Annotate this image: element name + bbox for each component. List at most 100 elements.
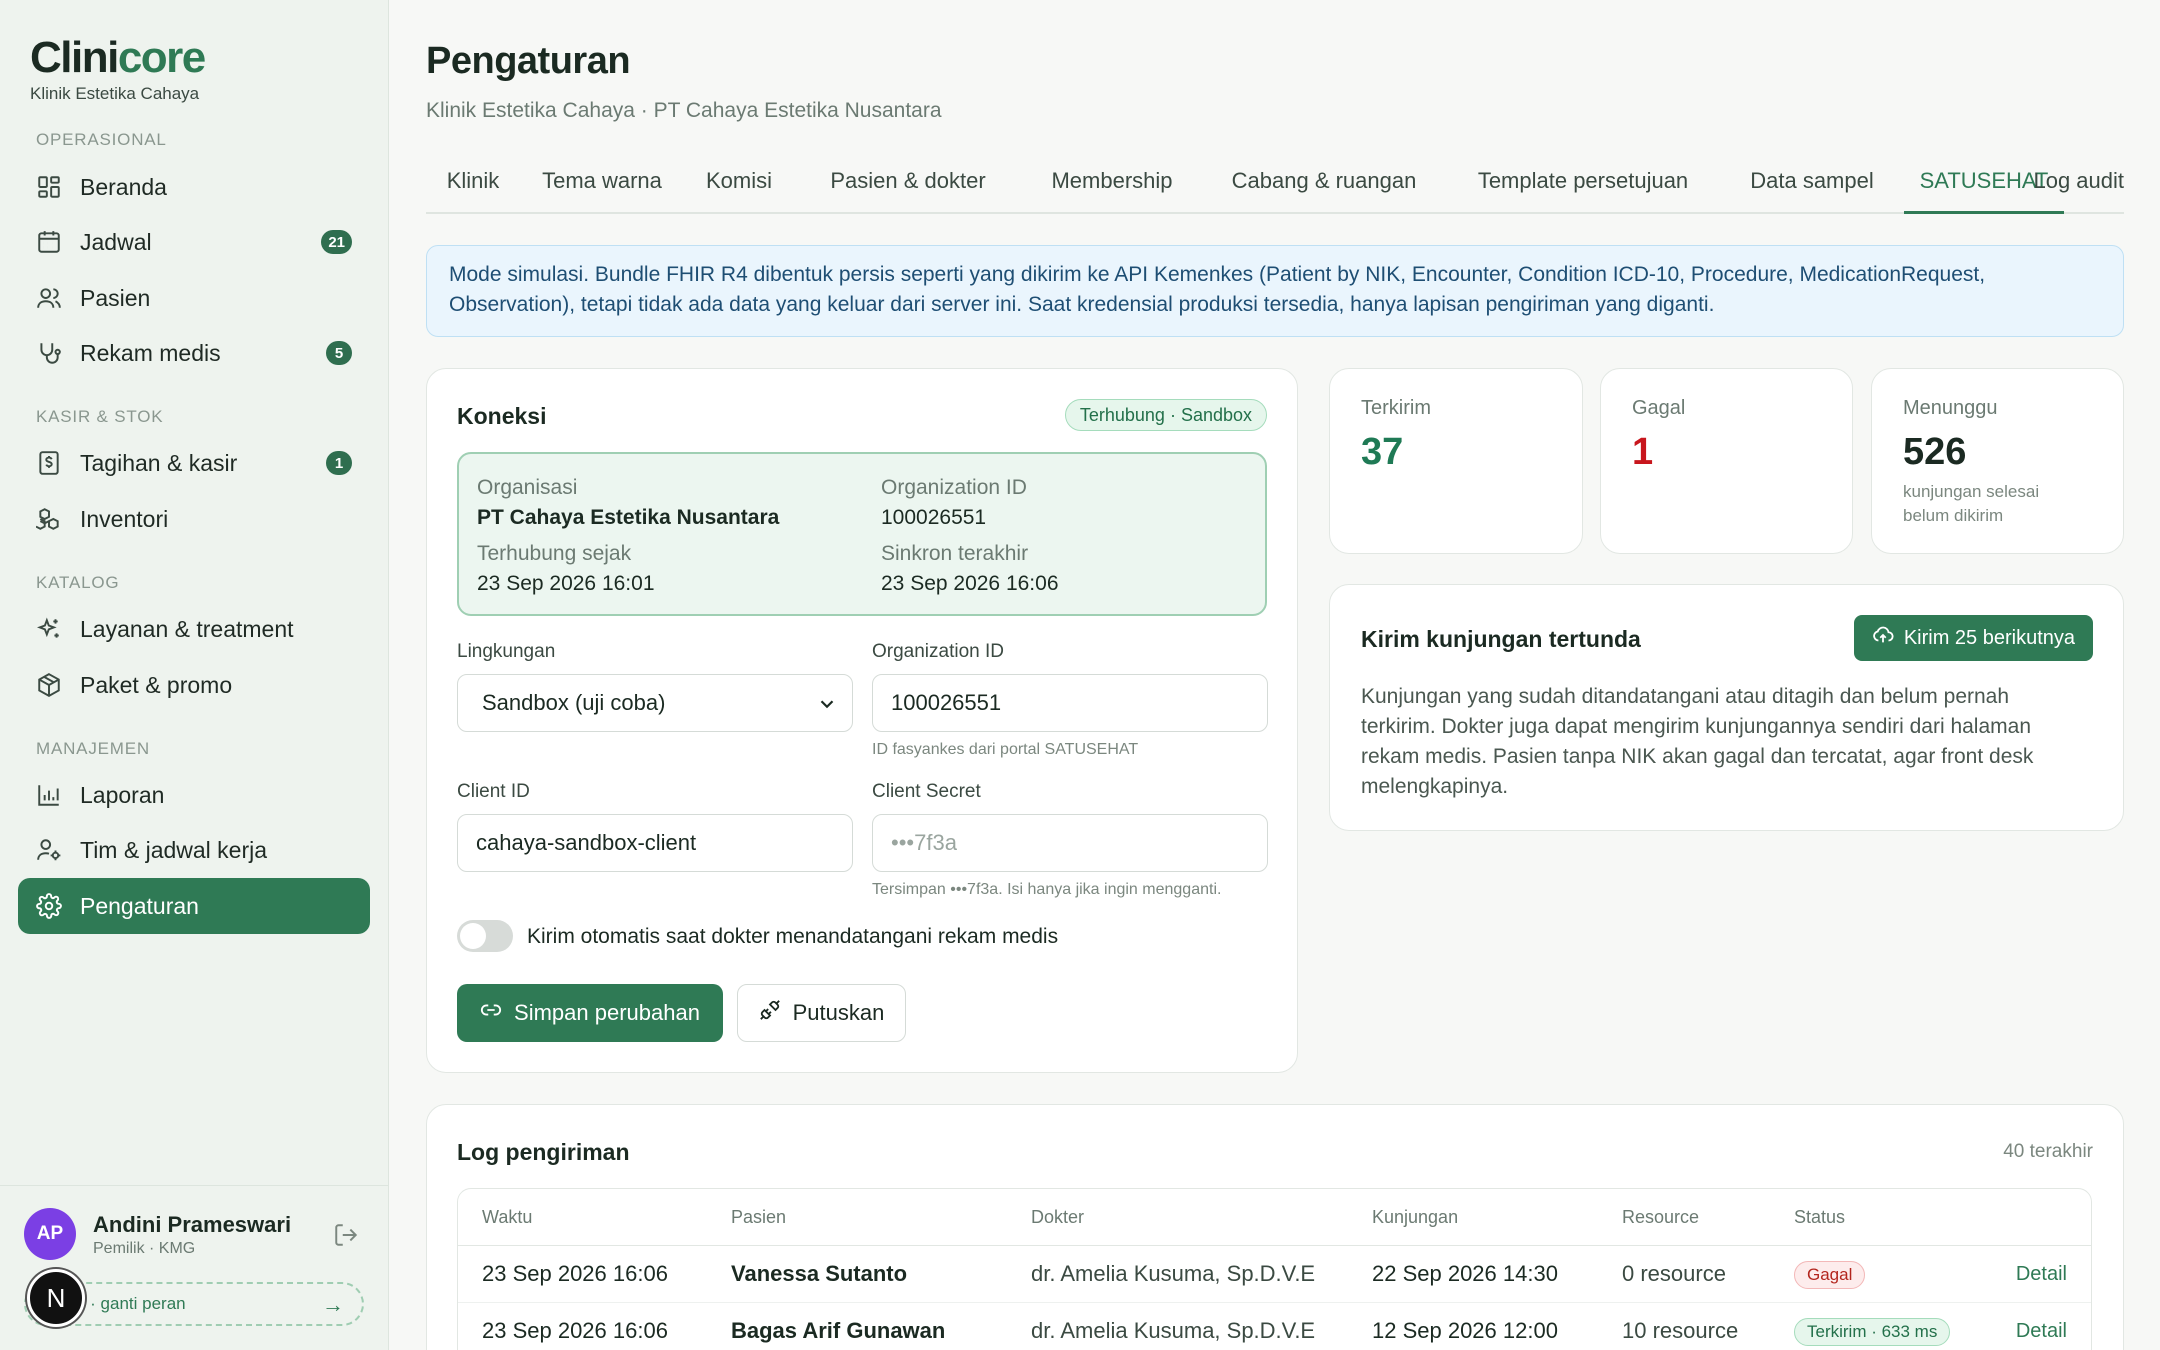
logout-icon[interactable] [333,1222,359,1253]
column-header: Status [1794,1207,1846,1227]
sidebar-item-label: Beranda [80,173,167,200]
tab-membership[interactable]: Membership [1022,160,1202,214]
column-header: Waktu [482,1207,533,1227]
connection-status-badge: Terhubung · Sandbox [1064,399,1267,431]
sidebar-item-paket-promo[interactable]: Paket & promo [18,657,370,713]
last-sync-label: Sinkron terakhir [881,542,1029,565]
tab-data-sampel[interactable]: Data sampel [1730,160,1894,214]
sidebar-item-label: Rekam medis [80,339,221,366]
dev-tools-bubble[interactable]: N [27,1269,85,1327]
sidebar-item-label: Pengaturan [80,892,199,919]
org-id-label: Organization ID [881,476,1027,499]
connected-since-label: Terhubung sejak [477,542,632,565]
detail-link[interactable]: Detail [2016,1263,2067,1286]
package-icon [18,672,80,698]
gear-icon [18,893,80,919]
sidebar-item-label: Tagihan & kasir [80,449,238,476]
cell-visit: 22 Sep 2026 14:30 [1372,1261,1558,1286]
stat-value: 526 [1903,431,1967,473]
nav-section-kasir-stok: KASIR & STOK [36,407,164,426]
stat-note: kunjungan selesai belum dikirim [1903,482,2040,525]
log-count: 40 terakhir [2003,1141,2093,1162]
environment-select[interactable]: Sandbox (uji coba) [457,674,853,732]
stat-label: Menunggu [1903,397,1998,419]
tab-klinik[interactable]: Klinik [426,160,520,214]
org-value: PT Cahaya Estetika Nusantara [477,506,780,529]
nav-section-operasional: OPERASIONAL [36,130,167,149]
switch-role-label: o · ganti peran [76,1294,186,1313]
stat-card-gagal: Gagal 1 [1600,368,1853,554]
org-id-input[interactable]: 100026551 [872,674,1268,732]
auto-send-toggle[interactable] [457,920,513,952]
client-secret-input[interactable]: •••7f3a [872,814,1268,872]
sidebar-item-beranda[interactable]: Beranda [18,159,370,215]
sparkles-icon [18,616,80,642]
page-title: Pengaturan [426,40,631,82]
save-button[interactable]: Simpan perubahan [457,984,723,1042]
tab-cabang-ruangan[interactable]: Cabang & ruangan [1212,160,1436,214]
sidebar-item-pasien[interactable]: Pasien [18,270,370,326]
chevron-down-icon [816,693,838,721]
client-id-input[interactable]: cahaya-sandbox-client [457,814,853,872]
page-subtitle: Klinik Estetika Cahaya · PT Cahaya Estet… [426,99,942,122]
send-next-button[interactable]: Kirim 25 berikutnya [1853,615,2093,661]
cell-resource: 0 resource [1622,1261,1726,1286]
brand-logo[interactable]: Clinicore [30,32,206,84]
org-id-hint: ID fasyankes dari portal SATUSEHAT [872,741,1139,758]
tab-tema-warna[interactable]: Tema warna [530,160,674,214]
boxes-icon [18,506,80,532]
stat-label: Gagal [1632,397,1686,419]
client-secret-label: Client Secret [872,781,981,802]
stat-card-terkirim: Terkirim 37 [1329,368,1583,554]
link-icon [480,999,502,1027]
table-header: Waktu Pasien Dokter Kunjungan Resource S… [458,1189,2091,1246]
connected-since-value: 23 Sep 2026 16:01 [477,572,655,595]
user-name: Andini Prameswari [93,1212,292,1237]
count-badge: 21 [321,230,352,254]
simulation-notice: Mode simulasi. Bundle FHIR R4 dibentuk p… [426,245,2124,337]
nav-section-katalog: KATALOG [36,573,120,592]
tab-log-audit[interactable]: Log audit [2033,160,2124,214]
column-header: Dokter [1031,1207,1085,1227]
count-badge: 1 [326,451,352,475]
sidebar-item-tagihan-kasir[interactable]: Tagihan & kasir 1 [18,435,370,491]
sidebar-item-label: Pasien [80,284,151,311]
settings-tabs: Klinik Tema warna Komisi Pasien & dokter… [426,160,2124,214]
avatar[interactable]: AP [24,1208,76,1260]
table-row[interactable]: 23 Sep 2026 16:06 Vanessa Sutanto dr. Am… [458,1246,2091,1303]
bar-chart-icon [18,782,80,808]
column-header: Resource [1622,1207,1700,1227]
cell-patient: Vanessa Sutanto [731,1261,908,1286]
tab-komisi[interactable]: Komisi [684,160,794,214]
status-badge: Gagal [1794,1261,1866,1289]
environment-selected-value: Sandbox (uji coba) [482,690,666,715]
environment-label: Lingkungan [457,641,556,662]
cell-visit: 12 Sep 2026 12:00 [1372,1318,1558,1343]
table-row[interactable]: 23 Sep 2026 16:06 Bagas Arif Gunawan dr.… [458,1303,2091,1350]
pending-visits-card: Kirim kunjungan tertunda Kirim 25 beriku… [1329,584,2124,831]
sidebar-item-label: Laporan [80,781,165,808]
nav-section-manajemen: MANAJEMEN [36,739,150,758]
sidebar-item-inventori[interactable]: Inventori [18,491,370,547]
sidebar-item-jadwal[interactable]: Jadwal 21 [18,214,370,270]
sidebar-item-label: Layanan & treatment [80,615,294,642]
sidebar-item-laporan[interactable]: Laporan [18,767,370,823]
tab-template-persetujuan[interactable]: Template persetujuan [1446,160,1720,214]
tab-pasien-dokter[interactable]: Pasien & dokter [804,160,1012,214]
connection-card: Koneksi Terhubung · Sandbox Organisasi P… [426,368,1298,1073]
sidebar-item-tim-jadwal-kerja[interactable]: Tim & jadwal kerja [18,822,370,878]
sidebar-item-layanan-treatment[interactable]: Layanan & treatment [18,601,370,657]
sidebar-item-rekam-medis[interactable]: Rekam medis 5 [18,325,370,381]
cell-time: 23 Sep 2026 16:06 [482,1318,668,1343]
sidebar-item-label: Tim & jadwal kerja [80,836,268,863]
stat-card-menunggu: Menunggu 526 kunjungan selesai belum dik… [1871,368,2124,554]
sidebar-item-pengaturan[interactable]: Pengaturan [18,878,370,934]
sidebar-item-label: Jadwal [80,228,152,255]
detail-link[interactable]: Detail [2016,1320,2067,1343]
disconnect-button[interactable]: Putuskan [737,984,906,1042]
user-panel: AP Andini Prameswari Pemilik · KMG o · g… [0,1185,389,1350]
cloud-upload-icon [1872,624,1894,652]
users-icon [18,285,80,311]
log-title: Log pengiriman [457,1139,630,1165]
cell-doctor: dr. Amelia Kusuma, Sp.D.V.E [1031,1318,1316,1343]
